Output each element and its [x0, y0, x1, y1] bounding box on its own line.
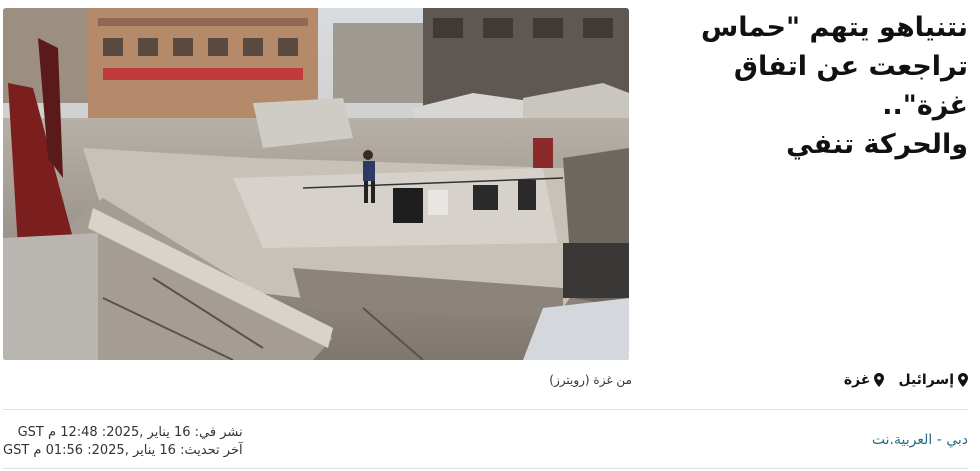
location-pin-icon [958, 373, 968, 387]
headline-line: نتنياهو يتهم "حماس [701, 12, 968, 43]
image-caption: من غزة (رويترز) [549, 373, 632, 387]
tag-label: إسرائيل [898, 372, 954, 388]
headline-line: تراجعت عن اتفاق غزة".. [733, 51, 968, 121]
location-tags: إسرائيل غزة [844, 372, 968, 388]
divider [3, 468, 968, 469]
divider [3, 409, 968, 410]
tag-israel[interactable]: إسرائيل [898, 372, 968, 388]
location-pin-icon [874, 373, 885, 387]
tag-gaza[interactable]: غزة [844, 372, 885, 388]
headline-line: والحركة تنفي [786, 129, 968, 160]
tag-label: غزة [843, 372, 871, 388]
article-photo [3, 8, 629, 360]
article-headline: نتنياهو يتهم "حماس تراجعت عن اتفاق غزة".… [658, 8, 968, 164]
published-date: نشر في: 16 يناير ,2025: 12:48 م GST [17, 425, 243, 440]
updated-date: آخر تحديث: 16 يناير ,2025: 01:56 م GST [3, 443, 243, 458]
article-dates: نشر في: 16 يناير ,2025: 12:48 م GST آخر … [3, 424, 243, 460]
article-byline[interactable]: دبي - العربية.نت [872, 432, 968, 448]
rubble-scene-image [3, 8, 629, 360]
